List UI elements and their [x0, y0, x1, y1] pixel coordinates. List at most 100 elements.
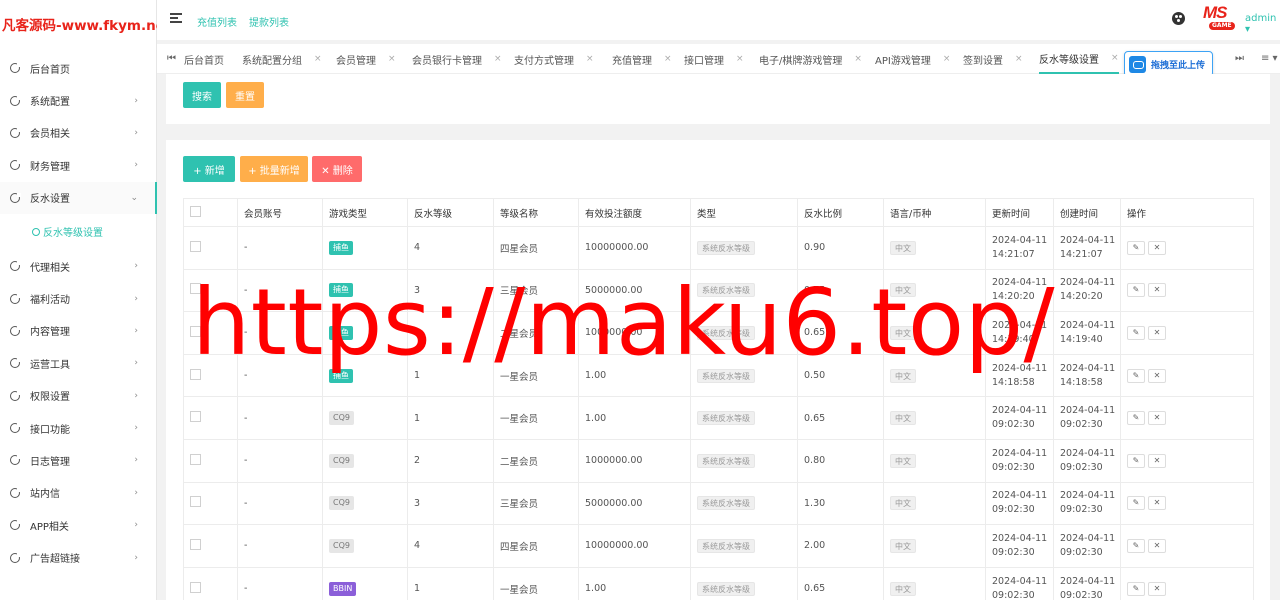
- theme-palette-icon[interactable]: [1172, 12, 1185, 25]
- close-icon[interactable]: ×: [664, 54, 672, 64]
- tab-item[interactable]: 反水等级设置 ×: [1039, 44, 1119, 74]
- cell-level-name: 二星会员: [493, 438, 579, 483]
- tab-item[interactable]: 充值管理 ×: [612, 44, 672, 74]
- tab-item[interactable]: 会员管理 ×: [336, 44, 396, 74]
- edit-icon[interactable]: ✎: [1127, 368, 1145, 383]
- delete-row-icon[interactable]: ✕: [1148, 453, 1166, 468]
- cell-actions: ✎ ✕: [1120, 438, 1254, 483]
- reset-button[interactable]: 重置: [226, 82, 264, 108]
- delete-row-icon[interactable]: ✕: [1148, 411, 1166, 426]
- sidebar-subitem-rebate-level[interactable]: 反水等级设置: [0, 214, 156, 250]
- sidebar-item[interactable]: 站内信 ›: [0, 477, 156, 509]
- edit-icon[interactable]: ✎: [1127, 453, 1145, 468]
- sidebar-item[interactable]: 权限设置 ›: [0, 380, 156, 412]
- row-checkbox[interactable]: [190, 325, 201, 337]
- row-checkbox[interactable]: [190, 496, 201, 508]
- row-checkbox[interactable]: [190, 240, 201, 252]
- close-icon[interactable]: ×: [1111, 53, 1119, 63]
- tab-item[interactable]: 后台首页: [184, 44, 224, 74]
- cell-amount: 1000000.00: [578, 438, 691, 483]
- edit-icon[interactable]: ✎: [1127, 283, 1145, 298]
- close-icon[interactable]: ×: [388, 54, 396, 64]
- hamburger-menu-icon[interactable]: [170, 13, 182, 23]
- sidebar-item[interactable]: 接口功能 ›: [0, 412, 156, 444]
- close-icon[interactable]: ×: [1015, 54, 1023, 64]
- tab-item[interactable]: 签到设置 ×: [963, 44, 1023, 74]
- row-checkbox[interactable]: [190, 283, 201, 295]
- sidebar-item[interactable]: 系统配置 ›: [0, 84, 156, 116]
- updated-date: 2024-04-11: [992, 405, 1048, 417]
- tab-menu-icon[interactable]: ≡ ▾: [1261, 53, 1278, 64]
- edit-icon[interactable]: ✎: [1127, 325, 1145, 340]
- edit-icon[interactable]: ✎: [1127, 240, 1145, 255]
- tab-item[interactable]: 接口管理 ×: [684, 44, 744, 74]
- sidebar-item[interactable]: 内容管理 ›: [0, 315, 156, 347]
- cell-ratio: 2.00: [797, 524, 884, 568]
- tab-item[interactable]: 电子/棋牌游戏管理 ×: [759, 44, 862, 74]
- close-icon[interactable]: ×: [736, 54, 744, 64]
- created-date: 2024-04-11: [1060, 490, 1116, 502]
- chevron-icon: ›: [134, 487, 138, 498]
- row-checkbox[interactable]: [190, 581, 201, 593]
- close-icon[interactable]: ×: [854, 54, 862, 64]
- select-all-checkbox[interactable]: [190, 205, 201, 217]
- tab-item[interactable]: API游戏管理 ×: [875, 44, 950, 74]
- close-icon[interactable]: ×: [314, 54, 322, 64]
- tab-item[interactable]: 系统配置分组 ×: [242, 44, 322, 74]
- tab-item[interactable]: 支付方式管理 ×: [514, 44, 594, 74]
- site-logo[interactable]: 凡客源码-www.fkym.net: [0, 0, 171, 48]
- delete-row-icon[interactable]: ✕: [1148, 581, 1166, 596]
- sidebar-item[interactable]: 反水设置 ⌄: [0, 181, 157, 215]
- cell-updated-time: 2024-04-11 14:21:07: [985, 226, 1054, 270]
- sidebar-item[interactable]: 后台首页: [0, 52, 156, 84]
- cell-level: 1: [407, 566, 494, 600]
- column-header: 等级名称: [493, 198, 579, 227]
- row-checkbox[interactable]: [190, 368, 201, 380]
- withdraw-list-link[interactable]: 提款列表: [249, 14, 289, 29]
- tab-last-icon[interactable]: ⏭: [1235, 53, 1244, 64]
- batch-add-button[interactable]: + 批量新增: [240, 156, 308, 182]
- delete-button[interactable]: ✕ 删除: [312, 156, 362, 182]
- edit-icon[interactable]: ✎: [1127, 581, 1145, 596]
- close-icon[interactable]: ×: [494, 54, 502, 64]
- delete-row-icon[interactable]: ✕: [1148, 240, 1166, 255]
- sidebar-item[interactable]: APP相关 ›: [0, 509, 156, 541]
- sidebar-item[interactable]: 福利活动 ›: [0, 282, 156, 314]
- sidebar-item[interactable]: 财务管理 ›: [0, 149, 156, 181]
- updated-date: 2024-04-11: [992, 575, 1048, 587]
- sidebar-item[interactable]: 运营工具 ›: [0, 347, 156, 379]
- cell-updated-time: 2024-04-11 14:19:40: [985, 311, 1054, 355]
- created-clock: 09:02:30: [1060, 419, 1103, 431]
- cell-created-time: 2024-04-11 14:21:07: [1053, 226, 1121, 270]
- cell-account: -: [237, 311, 323, 355]
- type-tag: 系统反水等级: [697, 453, 755, 468]
- sidebar-item[interactable]: 日志管理 ›: [0, 444, 156, 476]
- row-checkbox[interactable]: [190, 453, 201, 465]
- user-menu[interactable]: admin ▾: [1245, 13, 1280, 35]
- close-icon[interactable]: ×: [586, 54, 594, 64]
- edit-icon[interactable]: ✎: [1127, 411, 1145, 426]
- chevron-icon: ›: [134, 520, 138, 531]
- created-date: 2024-04-11: [1060, 405, 1116, 417]
- edit-icon[interactable]: ✎: [1127, 538, 1145, 553]
- row-checkbox[interactable]: [190, 411, 201, 423]
- delete-row-icon[interactable]: ✕: [1148, 538, 1166, 553]
- type-tag: 系统反水等级: [697, 325, 755, 340]
- delete-row-icon[interactable]: ✕: [1148, 368, 1166, 383]
- cell-ratio: 0.80: [797, 438, 884, 483]
- row-checkbox[interactable]: [190, 538, 201, 550]
- tab-item[interactable]: 会员银行卡管理 ×: [412, 44, 502, 74]
- delete-row-icon[interactable]: ✕: [1148, 496, 1166, 511]
- menu-circle-icon: [10, 261, 21, 272]
- delete-row-icon[interactable]: ✕: [1148, 283, 1166, 298]
- edit-icon[interactable]: ✎: [1127, 496, 1145, 511]
- add-button[interactable]: + 新增: [183, 156, 235, 182]
- search-button[interactable]: 搜索: [183, 82, 221, 108]
- sidebar-item[interactable]: 会员相关 ›: [0, 117, 156, 149]
- sidebar-item[interactable]: 广告超链接 ›: [0, 541, 156, 573]
- sidebar-item[interactable]: 代理相关 ›: [0, 250, 156, 282]
- close-icon[interactable]: ×: [943, 54, 951, 64]
- tab-first-icon[interactable]: ⏮: [167, 53, 176, 64]
- delete-row-icon[interactable]: ✕: [1148, 325, 1166, 340]
- recharge-list-link[interactable]: 充值列表: [197, 14, 237, 29]
